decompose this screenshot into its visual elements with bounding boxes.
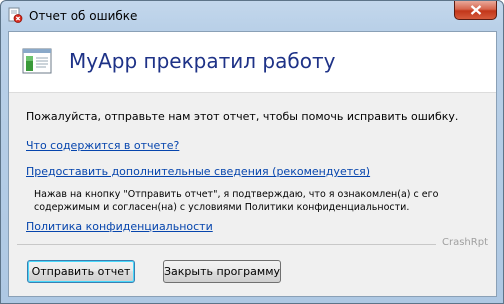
footer-divider: CrashRpt	[9, 237, 496, 251]
close-program-button[interactable]: Закрыть программу	[163, 260, 281, 283]
report-message: Пожалуйста, отправьте нам этот отчет, чт…	[26, 110, 459, 123]
dialog-client-area: MyApp прекратил работу Пожалуйста, отпра…	[8, 31, 497, 297]
dialog-header: MyApp прекратил работу	[9, 32, 496, 93]
crash-title: MyApp прекратил работу	[69, 49, 336, 73]
error-report-window: Отчет об ошибке MyApp прекратил работу П…	[0, 0, 504, 304]
crashrpt-brand: CrashRpt	[442, 237, 488, 248]
close-icon	[470, 5, 482, 15]
what-is-in-report-link[interactable]: Что содержится в отчете?	[26, 139, 179, 152]
window-title: Отчет об ошибке	[29, 9, 138, 23]
title-bar[interactable]: Отчет об ошибке	[1, 1, 503, 31]
close-button[interactable]	[454, 1, 497, 20]
consent-text: Нажав на кнопку "Отправить отчет", я под…	[34, 189, 439, 213]
divider-line	[17, 244, 436, 245]
provide-details-link[interactable]: Предоставить дополнительные сведения (ре…	[26, 165, 370, 178]
privacy-policy-link[interactable]: Политика конфиденциальности	[26, 220, 213, 233]
error-report-icon	[7, 7, 23, 23]
send-report-button[interactable]: Отправить отчет	[27, 260, 135, 283]
application-window-icon	[22, 48, 52, 74]
